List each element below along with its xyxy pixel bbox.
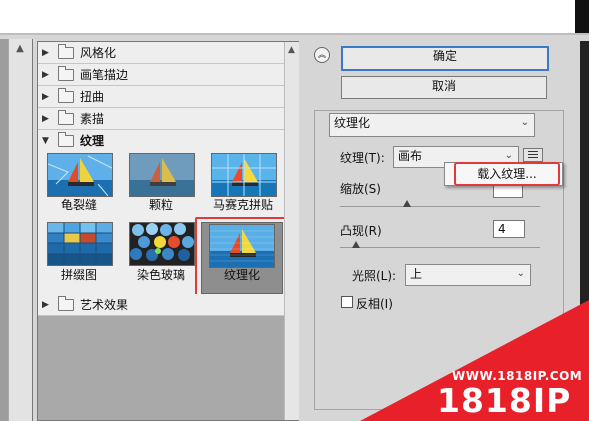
texture-menu-icon[interactable]	[523, 148, 543, 162]
filter-select-value: 纹理化	[334, 116, 371, 130]
folder-icon	[58, 295, 74, 311]
light-label: 光照(L):	[352, 269, 397, 283]
thumbnail-mosaic-tiles[interactable]	[211, 153, 277, 197]
category-label: 扭曲	[80, 90, 105, 104]
relief-label: 凸现(R)	[340, 224, 382, 238]
scale-label: 缩放(S)	[340, 182, 381, 196]
preview-scrollbar[interactable]	[8, 39, 32, 421]
relief-input[interactable]: 4	[493, 220, 525, 238]
scroll-up-icon[interactable]: ▲	[284, 44, 299, 56]
category-label: 画笔描边	[80, 68, 129, 82]
thumbnail-craquelure[interactable]	[47, 153, 113, 197]
category-artistic[interactable]: ▶ 艺术效果	[38, 294, 284, 316]
thumbnail-stained-glass[interactable]	[129, 222, 195, 266]
sailboat-thumbnail-icon	[130, 154, 194, 196]
thumbnail-label: 颗粒	[148, 198, 173, 212]
thumbnail-label: 马赛克拼贴	[212, 198, 273, 212]
folder-icon	[58, 43, 74, 59]
light-select-value: 上	[410, 267, 423, 281]
category-distort[interactable]: ▶ 扭曲	[38, 86, 284, 108]
texture-select-value: 画布	[398, 149, 423, 163]
filter-list-scrollbar[interactable]	[284, 42, 299, 420]
category-label: 纹理	[80, 134, 105, 148]
thumbnail-grain[interactable]	[129, 153, 195, 197]
thumbnail-label: 染色玻璃	[136, 268, 185, 282]
scale-slider-track[interactable]	[340, 206, 540, 207]
top-bar-edge	[575, 0, 589, 33]
category-label: 风格化	[80, 46, 117, 60]
chevron-down-icon: ⌄	[520, 117, 529, 128]
expand-icon[interactable]: ▶	[42, 92, 54, 102]
thumbnail-label: 龟裂缝	[60, 198, 97, 212]
cancel-button[interactable]: 取消	[341, 76, 547, 99]
collapse-gallery-icon[interactable]: ︽	[314, 47, 330, 63]
chevron-down-icon: ⌄	[516, 268, 525, 279]
folder-icon	[58, 109, 74, 125]
category-label: 素描	[80, 112, 105, 126]
watermark-logo: 1818IP	[437, 381, 572, 420]
expand-icon[interactable]: ▶	[42, 48, 54, 58]
expand-icon[interactable]: ▶	[42, 300, 54, 310]
category-brush-strokes[interactable]: ▶ 画笔描边	[38, 64, 284, 86]
light-select[interactable]: 上 ⌄	[405, 264, 531, 286]
category-texture[interactable]: ▼ 纹理	[38, 130, 284, 152]
relief-slider-handle[interactable]	[352, 241, 360, 248]
sailboat-thumbnail-icon	[48, 154, 112, 196]
thumbnail-patchwork[interactable]	[47, 222, 113, 266]
relief-slider-track[interactable]	[340, 247, 540, 248]
top-bar	[0, 0, 589, 33]
invert-checkbox[interactable]	[341, 296, 353, 308]
sailboat-thumbnail-icon	[212, 154, 276, 196]
expand-icon[interactable]: ▶	[42, 114, 54, 124]
filter-select[interactable]: 纹理化 ⌄	[329, 113, 535, 137]
category-sketch[interactable]: ▶ 素描	[38, 108, 284, 130]
stained-glass-thumbnail-icon	[130, 223, 194, 265]
folder-open-icon	[58, 131, 74, 147]
category-label: 艺术效果	[80, 298, 129, 312]
folder-icon	[58, 87, 74, 103]
scroll-up-icon[interactable]: ▲	[12, 42, 28, 56]
texture-label: 纹理(T):	[340, 151, 385, 165]
selection-highlight	[195, 217, 293, 303]
menu-item-highlight	[454, 162, 560, 186]
collapse-icon[interactable]: ▼	[42, 136, 54, 146]
scale-slider-handle[interactable]	[403, 200, 411, 207]
category-stylize[interactable]: ▶ 风格化	[38, 42, 284, 64]
thumbnail-label: 拼缀图	[60, 268, 97, 282]
patchwork-thumbnail-icon	[48, 223, 112, 265]
divider	[0, 33, 589, 35]
expand-icon[interactable]: ▶	[42, 70, 54, 80]
folder-icon	[58, 65, 74, 81]
ok-button[interactable]: 确定	[341, 46, 549, 71]
